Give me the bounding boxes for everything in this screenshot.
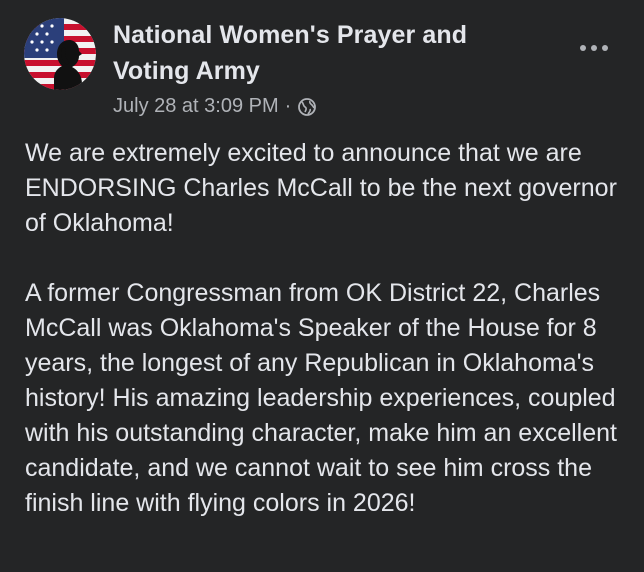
more-options-button[interactable] [574,36,614,60]
more-options-dot [591,45,597,51]
page-name-link[interactable]: National Women's Prayer and Voting Army [113,17,543,89]
more-options-dot [602,45,608,51]
post-meta: July 28 at 3:09 PM · [113,90,317,122]
globe-icon[interactable] [297,97,317,117]
flag-silhouette-icon [24,18,96,90]
more-options-icon [580,45,586,51]
meta-separator: · [284,94,292,117]
post-timestamp[interactable]: July 28 at 3:09 PM [113,95,279,118]
post-paragraph: We are extremely excited to announce tha… [25,139,617,237]
post-paragraph: A former Congressman from OK District 22… [25,279,617,517]
page-avatar[interactable] [24,18,96,90]
facebook-post: National Women's Prayer and Voting Army … [0,0,644,572]
post-body: We are extremely excited to announce tha… [25,136,629,521]
